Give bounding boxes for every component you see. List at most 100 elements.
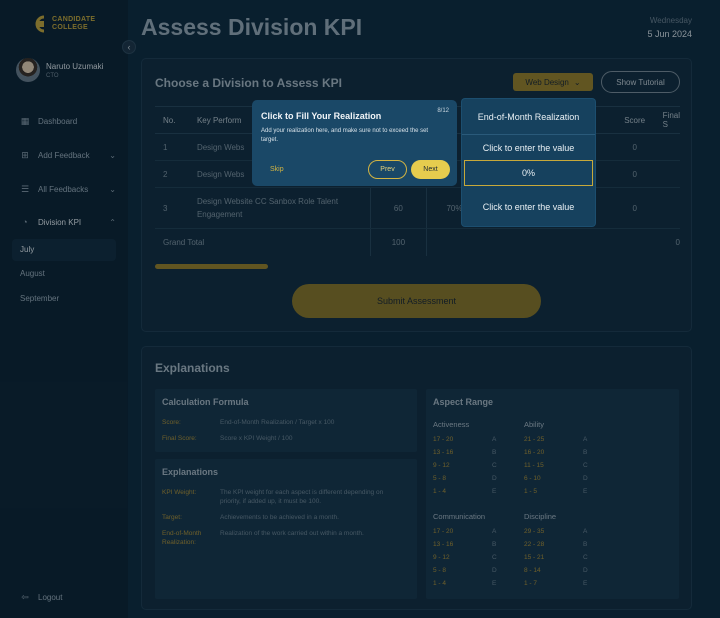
sidebar-collapse-button[interactable]: ‹ (122, 40, 136, 54)
range-grade: C (583, 554, 588, 561)
cell-weight: 60 (370, 187, 427, 229)
cell-score: 0 (614, 133, 655, 161)
range-row: 15 - 21 C (524, 554, 588, 561)
range-row: 6 - 10 D (524, 475, 588, 482)
range-value: 29 - 35 (524, 528, 545, 535)
range-grade: D (492, 567, 497, 574)
calculation-formula-panel: Calculation Formula Score: End-of-Month … (155, 389, 417, 452)
range-value: 6 - 10 (524, 475, 541, 482)
table-horizontal-scrollbar[interactable] (155, 264, 268, 269)
submit-assessment-button[interactable]: Submit Assessment (292, 284, 541, 318)
tutorial-next-button[interactable]: Next (411, 160, 450, 179)
explanation-realization: End-of-Month Realization: Realization of… (162, 529, 395, 547)
range-value: 17 - 20 (433, 528, 454, 535)
range-row: 22 - 28 B (524, 541, 587, 548)
range-grade: B (583, 449, 588, 456)
page-title: Assess Division KPI (141, 14, 363, 40)
realization-input-row-1[interactable]: Click to enter the value (462, 135, 595, 160)
range-value: 15 - 21 (524, 554, 545, 561)
chevron-up-icon: ⌃ (109, 217, 116, 227)
range-grade: A (583, 436, 588, 443)
sidebar-subitem-september[interactable]: September (20, 294, 59, 303)
realization-column-highlight: End-of-Month Realization Click to enter … (462, 99, 595, 226)
range-row: 21 - 25 A (524, 436, 587, 443)
range-value: 8 - 14 (524, 567, 541, 574)
range-grade: A (492, 436, 497, 443)
range-grade: A (492, 528, 497, 535)
range-row: 11 - 15 C (524, 462, 588, 469)
sidebar-subitem-august[interactable]: August (20, 269, 45, 278)
realization-input-row-2[interactable]: 0% (464, 160, 593, 186)
formula-final-score: Final Score: Score x KPI Weight / 100 (162, 434, 395, 443)
sidebar-item-division-kpi[interactable]: ◔ Division KPI ⌃ (20, 217, 116, 227)
range-row: 8 - 14 D (524, 567, 588, 574)
calculation-formula-title: Calculation Formula (162, 397, 249, 407)
sidebar-subitem-july[interactable]: July (20, 245, 34, 254)
tutorial-prev-button[interactable]: Prev (368, 160, 407, 179)
division-select[interactable]: Web Design ⌄ (513, 73, 593, 91)
tutorial-step-counter: 8/12 (437, 108, 449, 114)
tutorial-tooltip: Click to Fill Your Realization 8/12 Add … (252, 100, 457, 186)
user-profile[interactable]: Naruto Uzumaki CTO (16, 58, 103, 82)
range-row: 1 - 4 E (433, 580, 496, 587)
range-row: 5 - 8 D (433, 475, 497, 482)
sidebar-item-add-feedback[interactable]: ⊞ Add Feedback ⌄ (20, 150, 116, 160)
range-value: 1 - 5 (524, 488, 538, 495)
range-row: 9 - 12 C (433, 462, 497, 469)
cell-no: 1 (155, 133, 189, 161)
avatar (16, 58, 40, 82)
range-grade: E (583, 488, 588, 495)
brand-line-2: COLLEGE (52, 24, 88, 31)
aspect-range-panel: Aspect Range Activeness Ability Communic… (426, 389, 679, 599)
cell-no: 3 (155, 187, 189, 229)
chevron-down-icon: ⌄ (109, 150, 116, 160)
sidebar-item-dashboard[interactable]: ▦ Dashboard (20, 116, 116, 126)
tutorial-title: Click to Fill Your Realization (261, 111, 382, 121)
range-row: 1 - 7 E (524, 580, 587, 587)
range-grade: C (492, 462, 497, 469)
tutorial-skip-button[interactable]: Skip (270, 166, 284, 173)
range-value: 5 - 8 (433, 567, 447, 574)
table-row-grand-total: Grand Total 100 0 (155, 228, 680, 256)
grand-total-weight: 100 (370, 228, 427, 256)
explanations-panel: Explanations KPI Weight: The KPI weight … (155, 459, 417, 599)
col-score: Score (614, 106, 655, 134)
chevron-left-icon: ‹ (127, 42, 131, 52)
explanation-kpi-weight: KPI Weight: The KPI weight for each aspe… (162, 488, 395, 506)
cell-score: 0 (614, 187, 655, 229)
weekday: Wednesday (649, 16, 692, 25)
logout-button[interactable]: ⇦ Logout (20, 592, 116, 602)
sidebar-item-all-feedbacks[interactable]: ☰ All Feedbacks ⌄ (20, 184, 116, 194)
date: 5 Jun 2024 (647, 29, 692, 39)
range-grade: E (583, 580, 588, 587)
tutorial-body: Add your realization here, and make sure… (261, 128, 429, 143)
col-final-score: Final S (654, 106, 680, 134)
range-grade: D (492, 475, 497, 482)
realization-input-row-3[interactable]: Click to enter the value (462, 187, 595, 226)
range-value: 13 - 16 (433, 449, 454, 456)
sidebar-item-label: Division KPI (38, 217, 82, 227)
sidebar-item-label: All Feedbacks (38, 184, 89, 194)
range-value: 17 - 20 (433, 436, 454, 443)
plus-square-icon: ⊞ (21, 150, 29, 160)
table-row: 3 Design Website CC Sanbox Role Talent E… (155, 187, 680, 229)
range-grade: D (583, 475, 588, 482)
date-display: Wednesday 5 Jun 2024 (647, 16, 692, 39)
range-value: 9 - 12 (433, 554, 450, 561)
grid-icon: ▦ (20, 116, 30, 126)
range-row: 5 - 8 D (433, 567, 497, 574)
explanation-key: End-of-Month Realization: (162, 530, 202, 546)
brand-logo[interactable]: CANDIDATE COLLEGE (32, 14, 95, 34)
range-value: 9 - 12 (433, 462, 450, 469)
explanation-value: The KPI weight for each aspect is differ… (220, 489, 384, 505)
user-name: Naruto Uzumaki (46, 61, 104, 71)
col-no: No. (155, 106, 189, 134)
formula-key: Score: (162, 419, 181, 426)
show-tutorial-button[interactable]: Show Tutorial (601, 71, 680, 93)
range-grade: E (492, 488, 497, 495)
range-row: 16 - 20 B (524, 449, 587, 456)
cell-kpi: Design Website CC Sanbox Role Talent Eng… (188, 187, 371, 229)
brand-line-1: CANDIDATE (52, 16, 96, 23)
range-grade: E (492, 580, 497, 587)
range-grade: B (492, 449, 497, 456)
